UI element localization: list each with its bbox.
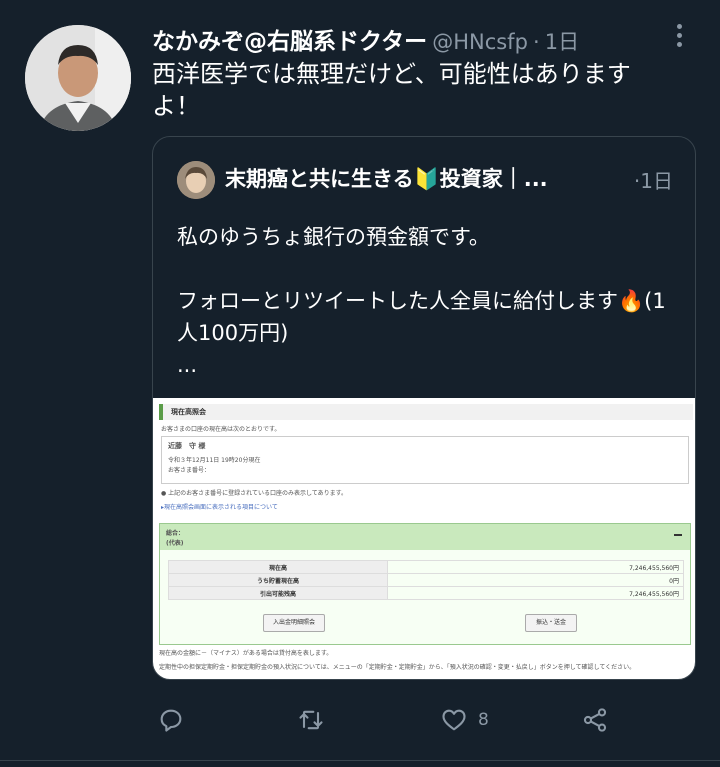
quoted-header: 末期癌と共に生きる🔰投資家｜... ·1日 <box>225 163 673 193</box>
quoted-author-name[interactable]: 末期癌と共に生きる🔰投資家｜... <box>225 167 548 191</box>
tweet-header: なかみぞ@右脳系ドクター @HNcsfp · 1日 <box>152 22 660 56</box>
tweet-time[interactable]: 1日 <box>545 30 579 54</box>
collapse-icon <box>674 534 682 536</box>
table-cell-value: 7,246,455,560円 <box>387 560 684 574</box>
more-icon[interactable] <box>668 24 690 52</box>
share-icon <box>583 708 607 732</box>
image-customer-name: 近藤 守 様 <box>168 442 206 450</box>
table-cell-value: 7,246,455,560円 <box>387 586 684 600</box>
share-button[interactable] <box>581 700 609 740</box>
image-btn-left: 入出金明細照会 <box>263 614 325 632</box>
author-avatar[interactable] <box>25 25 131 131</box>
image-footer2: 定期性中の担保定期貯金・担保定期貯金の預入状況については、メニューの「定期貯金・… <box>159 664 636 671</box>
quoted-tweet[interactable]: 末期癌と共に生きる🔰投資家｜... ·1日 私のゆうちょ銀行の預金額です。 フォ… <box>152 136 696 680</box>
quoted-time: ·1日 <box>633 169 673 193</box>
table-row: 現在高 7,246,455,560円 <box>168 560 684 574</box>
divider <box>0 760 720 761</box>
image-general-header: 総合： (代表) <box>160 524 690 550</box>
retweet-icon <box>299 710 323 730</box>
table-cell-label: 引出可能残高 <box>168 586 388 600</box>
image-general-box: 総合： (代表) 現在高 7,246,455,560円 うち貯蓄現在高 0円 引… <box>159 523 691 645</box>
image-general-label: 総合： <box>166 530 185 537</box>
like-count: 8 <box>478 710 489 730</box>
table-row: うち貯蓄現在高 0円 <box>168 573 684 587</box>
image-footer1: 現在高の金額に－（マイナス）がある場合は貸付高を表します。 <box>159 650 333 657</box>
table-row: 引出可能残高 7,246,455,560円 <box>168 586 684 600</box>
image-section-title: 現在高照会 <box>159 404 693 420</box>
image-customer-box: 近藤 守 様 令和３年12月11日 19時20分現在 お客さま番号： <box>161 436 689 484</box>
image-account-label: お客さま番号： <box>168 467 211 474</box>
image-note: ● 上記のお客さま番号に登録されている口座のみ表示してあります。 <box>161 490 348 497</box>
like-icon <box>442 709 466 731</box>
image-intro: お客さまの口座の現在高は次のとおりです。 <box>161 426 281 433</box>
table-cell-label: 現在高 <box>168 560 388 574</box>
separator-dot: · <box>533 30 540 54</box>
quoted-text: 私のゆうちょ銀行の預金額です。 フォローとリツイートした人全員に給付します🔥(1… <box>177 225 666 377</box>
action-bar: 8 <box>0 700 720 740</box>
table-cell-label: うち貯蓄現在高 <box>168 573 388 587</box>
image-general-sub: (代表) <box>166 540 184 547</box>
table-cell-value: 0円 <box>387 573 684 587</box>
reply-icon <box>160 709 182 732</box>
image-balance-table: 現在高 7,246,455,560円 うち貯蓄現在高 0円 引出可能残高 7,2… <box>168 560 684 600</box>
like-button[interactable]: 8 <box>440 700 489 740</box>
image-timestamp: 令和３年12月11日 19時20分現在 <box>168 457 261 464</box>
author-handle[interactable]: @HNcsfp <box>432 30 528 54</box>
image-btn-right: 振込・送金 <box>525 614 577 632</box>
author-name[interactable]: なかみぞ@右脳系ドクター <box>152 29 427 55</box>
quoted-image[interactable]: 現在高照会 お客さまの口座の現在高は次のとおりです。 近藤 守 様 令和３年12… <box>153 398 695 679</box>
reply-button[interactable] <box>157 700 185 740</box>
image-link: ▸現在高照会画面に表示される項目について <box>161 504 278 511</box>
quoted-author-avatar <box>177 161 215 199</box>
retweet-button[interactable] <box>297 700 325 740</box>
tweet-text: 西洋医学では無理だけど、可能性はありますよ！ <box>152 60 631 120</box>
